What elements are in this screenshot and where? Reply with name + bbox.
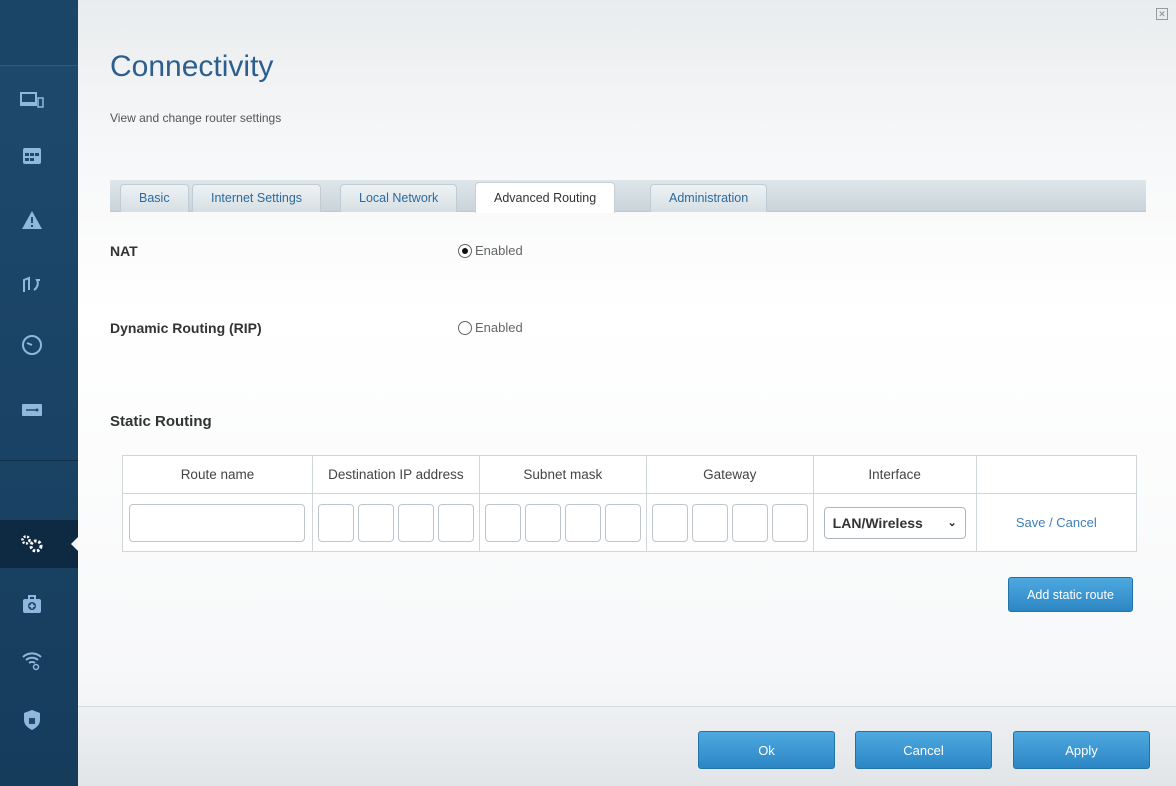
page-title: Connectivity [110,50,274,83]
save-cancel-link[interactable]: Save / Cancel [1016,515,1097,530]
rip-enabled-label: Enabled [475,320,523,335]
destination-ip-input [313,503,479,542]
add-static-route-button[interactable]: Add static route [1008,577,1133,612]
destination-ip-octet-3[interactable] [397,503,434,542]
media-priority-icon[interactable] [12,265,52,305]
rip-enabled-radio[interactable]: Enabled [458,320,523,335]
chevron-down-icon: ⌄ [947,517,957,529]
calendar-icon[interactable] [12,135,52,175]
sidebar-top [0,0,78,66]
tab-internet-settings[interactable]: Internet Settings [192,184,322,212]
subnet-mask-octet-1[interactable] [484,503,521,542]
col-destination-ip: Destination IP address [311,455,480,494]
radio-unchecked-icon [458,320,472,335]
col-subnet-mask: Subnet mask [478,455,647,494]
security-lock-icon[interactable] [12,700,52,740]
tab-basic[interactable]: Basic [120,184,189,212]
apply-button[interactable]: Apply [1013,731,1150,769]
destination-ip-octet-4[interactable] [437,503,474,542]
sidebar-divider [0,460,78,461]
settings-gears-icon[interactable] [12,524,52,564]
gateway-input [647,503,813,542]
tab-local-network[interactable]: Local Network [340,184,458,212]
tab-advanced-routing[interactable]: Advanced Routing [475,182,616,213]
col-interface: Interface [812,455,977,494]
gateway-octet-3[interactable] [731,503,768,542]
main-panel: ✕ Connectivity View and change router se… [78,0,1176,786]
nat-enabled-radio[interactable]: Enabled [458,243,523,258]
interface-select[interactable]: LAN/Wireless ⌄ [823,506,966,539]
col-gateway: Gateway [645,455,814,494]
troubleshooting-icon[interactable] [12,585,52,625]
devices-icon[interactable] [12,80,52,120]
rip-label: Dynamic Routing (RIP) [110,320,262,336]
destination-ip-octet-2[interactable] [357,503,394,542]
route-name-input[interactable] [129,503,306,542]
interface-select-value: LAN/Wireless [832,514,923,531]
nat-label: NAT [110,243,138,259]
col-actions [975,455,1138,494]
table-row: LAN/Wireless ⌄ Save / Cancel [122,493,1138,552]
close-icon[interactable]: ✕ [1156,8,1168,20]
subnet-mask-octet-4[interactable] [604,503,641,542]
subnet-mask-octet-3[interactable] [564,503,601,542]
destination-ip-octet-1[interactable] [317,503,354,542]
page-subtitle: View and change router settings [110,111,282,125]
usb-storage-icon[interactable] [12,390,52,430]
tab-administration[interactable]: Administration [650,184,768,212]
subnet-mask-input [480,503,646,542]
gateway-octet-1[interactable] [651,503,688,542]
radio-checked-icon [458,243,472,258]
static-routes-table: Route name Destination IP address Subnet… [122,455,1138,552]
cancel-button[interactable]: Cancel [855,731,992,769]
ok-button[interactable]: Ok [698,731,835,769]
table-header-row: Route name Destination IP address Subnet… [122,455,1138,494]
col-route-name: Route name [122,455,313,494]
static-routing-title: Static Routing [110,413,212,430]
sidebar [0,0,79,786]
gateway-octet-2[interactable] [691,503,728,542]
gateway-octet-4[interactable] [771,503,808,542]
speedometer-icon[interactable] [12,325,52,365]
tab-bar: Basic Internet Settings Local Network Ad… [110,180,1146,213]
footer-bar: Ok Cancel Apply [78,706,1176,786]
nat-enabled-label: Enabled [475,243,523,258]
wireless-icon[interactable] [12,640,52,680]
subnet-mask-octet-2[interactable] [524,503,561,542]
warning-icon[interactable] [12,200,52,240]
